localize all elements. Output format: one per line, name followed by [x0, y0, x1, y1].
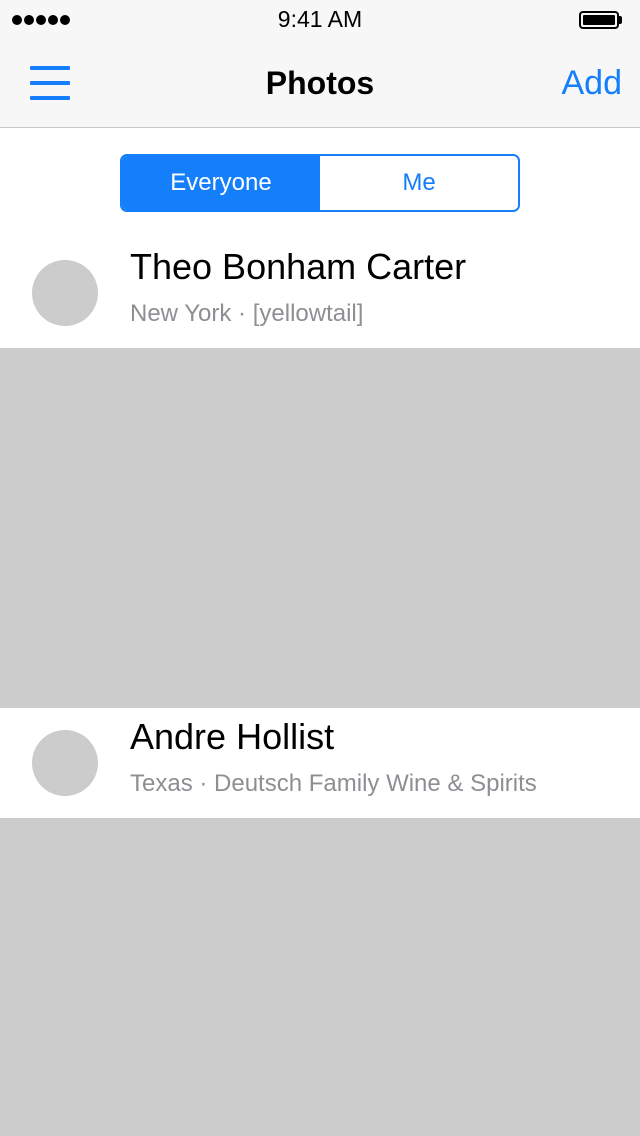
- page-title: Photos: [265, 65, 375, 101]
- feed-filter-segmented-control: Everyone Me: [120, 154, 520, 212]
- battery-icon: [579, 11, 623, 29]
- status-time: 9:41 AM: [277, 6, 363, 32]
- status-bar: 9:41 AM: [0, 0, 640, 40]
- segment-everyone[interactable]: Everyone: [122, 156, 320, 210]
- segment-me[interactable]: Me: [320, 156, 518, 210]
- post-header[interactable]: Theo Bonham Carter New York · [yellowtai…: [0, 238, 640, 348]
- post-author-name: Andre Hollist: [130, 716, 335, 757]
- navigation-bar: Photos Add: [0, 40, 640, 128]
- post-meta: New York · [yellowtail]: [130, 300, 364, 327]
- post-photo[interactable]: [0, 348, 640, 708]
- post-photo[interactable]: [0, 818, 640, 1136]
- add-button[interactable]: Add: [562, 64, 623, 103]
- post-meta: Texas · Deutsch Family Wine & Spirits: [130, 770, 537, 797]
- avatar[interactable]: [32, 730, 98, 796]
- post-author-name: Theo Bonham Carter: [130, 246, 467, 287]
- avatar[interactable]: [32, 260, 98, 326]
- post-header[interactable]: Andre Hollist Texas · Deutsch Family Win…: [0, 708, 640, 818]
